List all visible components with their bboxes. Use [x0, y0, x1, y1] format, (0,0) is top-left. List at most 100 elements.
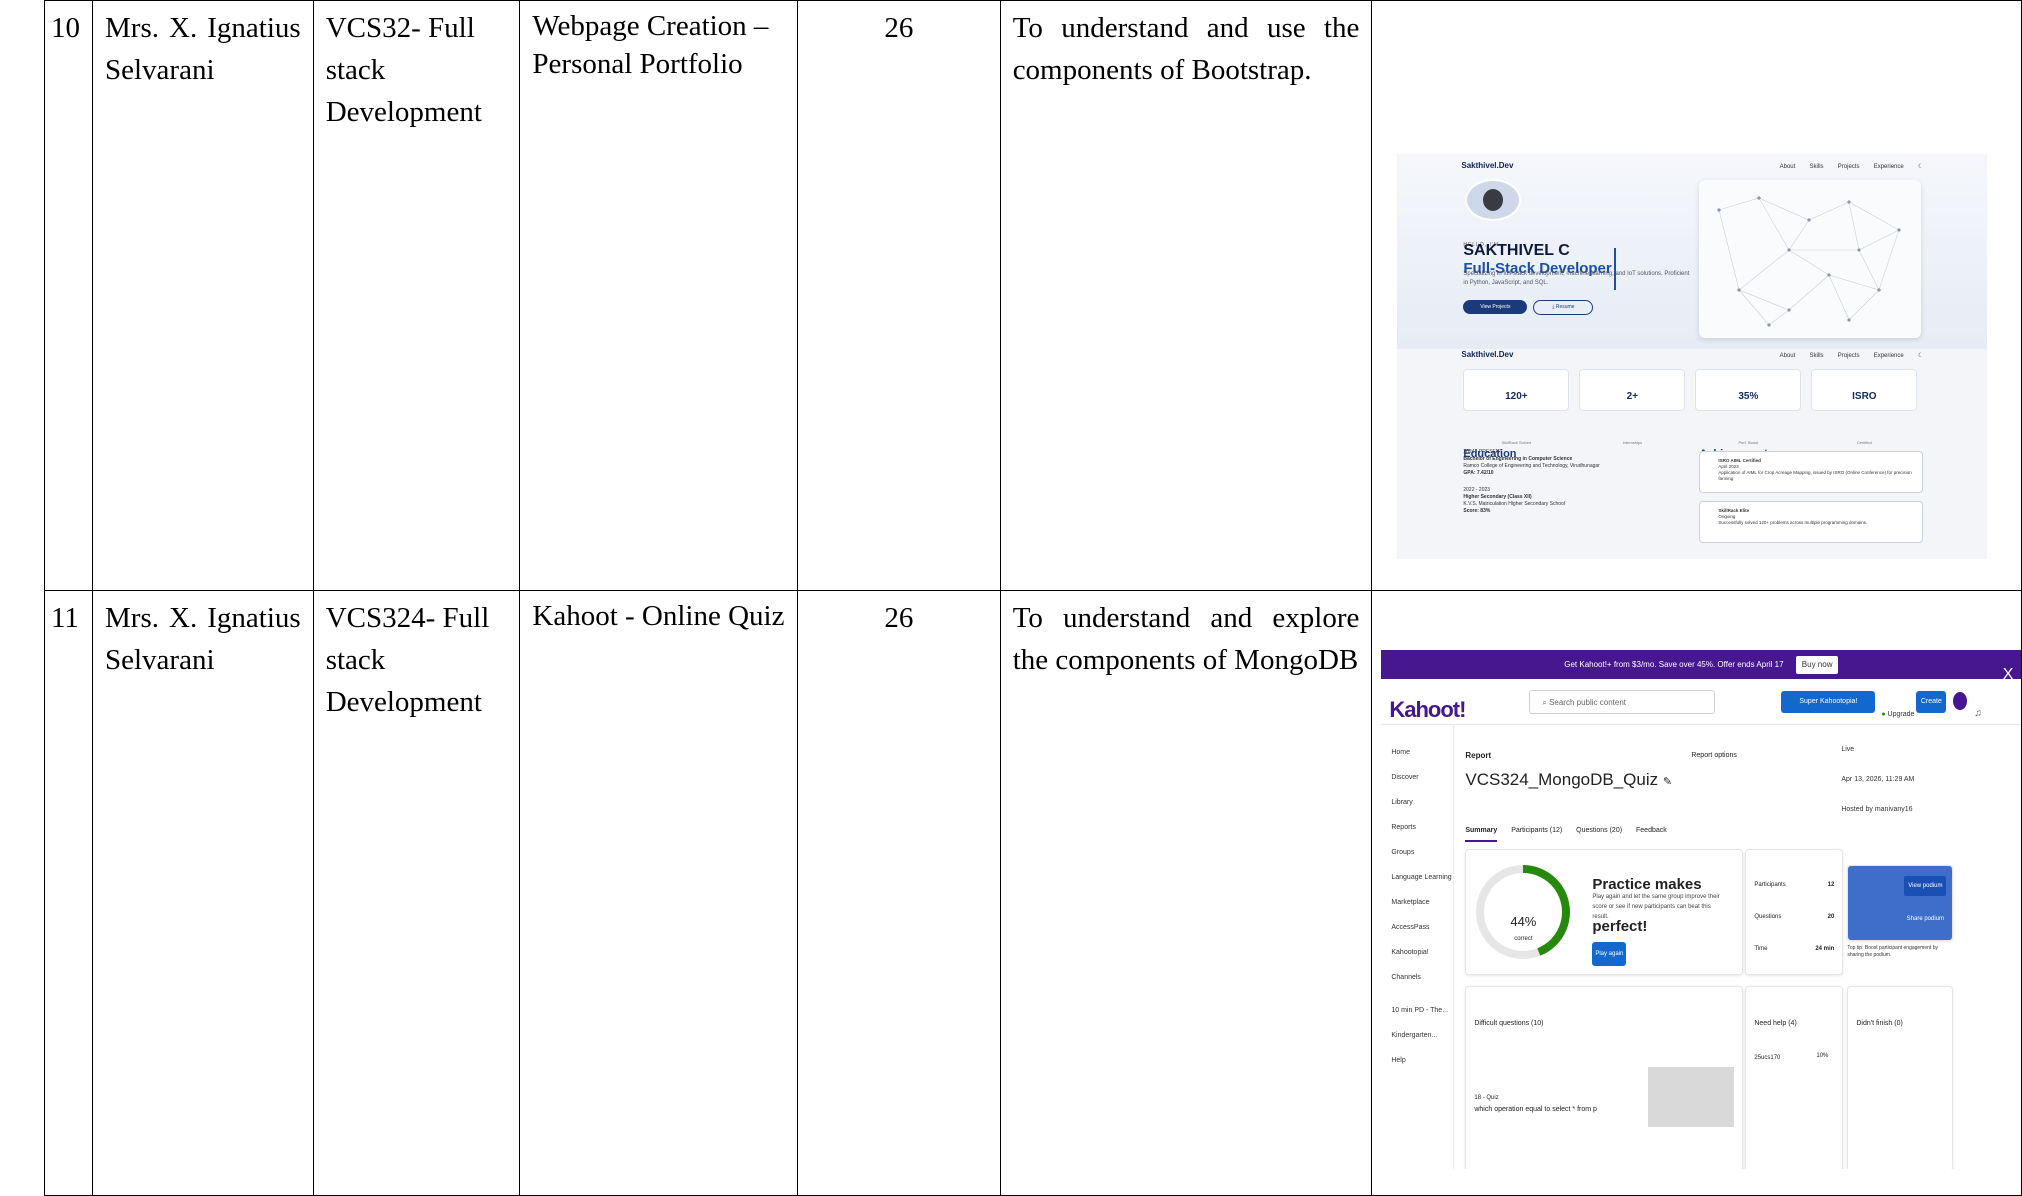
upgrade-link: ● Upgrade [1881, 711, 1915, 718]
view-projects-button: View Projects [1463, 300, 1528, 314]
nav-link-projects: Projects [1837, 163, 1860, 170]
serial-cell: 11 [44, 590, 93, 1196]
tab-participants: Participants (12) [1511, 827, 1563, 834]
sidebar-item-language-learning: Language Learning [1391, 874, 1452, 881]
education-item: 2024 - PRESENT Bachelor of Engineering i… [1463, 449, 1600, 476]
achievement-card: ISRO AIML Certified April 2023 Application… [1699, 451, 1924, 493]
portfolio-hero: Sakthivel.Dev About Skills Projects Expe… [1397, 154, 1988, 349]
promo-banner: Get Kahoot!+ from $3/mo. Save over 45%. … [1381, 650, 2022, 679]
sidebar-item-marketplace: Marketplace [1391, 899, 1430, 906]
sidebar-item-kahootopia: Kahootopia! [1391, 949, 1429, 956]
portfolio-navbar: Sakthivel.Dev About Skills Projects Expe… [1397, 154, 1987, 178]
portfolio-description: Specializing in full-stack development, … [1463, 271, 1690, 286]
avatar [1953, 692, 1968, 710]
objective-text: To understand and explore the components… [1012, 602, 1360, 676]
edit-icon: ✎ [1662, 776, 1673, 788]
staff-cell: Mrs. X. Ignatius Selvarani [92, 0, 314, 591]
search-input: ⌕ Search public content [1529, 690, 1716, 714]
theme-toggle-icon: ☾ [1917, 163, 1924, 170]
session-info: Live Apr 13, 2026, 11:29 AM Hosted by ma… [1841, 735, 1914, 825]
live-label: Live [1841, 746, 1855, 753]
course-name: VCS324- Full stack Development [325, 602, 490, 718]
play-again-button: Play again [1592, 942, 1627, 966]
stats-card: Participants 12 Questions 20 Time 24 min [1745, 849, 1844, 975]
education-item: 2022 - 2023 Higher Secondary (Class XII)… [1463, 487, 1565, 514]
sidebar-item-groups: Groups [1391, 849, 1415, 856]
network-graphic [1699, 180, 1922, 338]
nav-link-skills: Skills [1809, 163, 1824, 170]
didnt-finish-card: Didn't finish (0) [1847, 986, 1954, 1169]
sidebar-item-library: Library [1391, 799, 1413, 806]
nav-link-about: About [1779, 163, 1796, 170]
course-cell: VCS324- Full stack Development [312, 590, 521, 1196]
sidebar-item-help: Help [1391, 1057, 1406, 1064]
staff-cell: Mrs. X. Ignatius Selvarani [92, 590, 314, 1196]
view-podium-button: View podium [1904, 876, 1947, 896]
course-cell: VCS32- Full stack Development [312, 0, 521, 591]
nav-link-experience: Experience [1873, 163, 1904, 170]
activity-cell: Kahoot - Online Quiz [519, 590, 799, 1196]
bell-icon: ♫ [1974, 708, 1982, 719]
session-date: Apr 13, 2026, 11:29 AM [1841, 776, 1915, 783]
activity-table: 10 Mrs. X. Ignatius Selvarani VCS32- Ful… [44, 0, 2022, 1196]
portfolio-navbar-2: Sakthivel.Dev About Skills Projects Expe… [1461, 350, 1924, 359]
report-tabs: Summary Participants (12) Questions (20)… [1465, 810, 1678, 852]
tab-summary: Summary [1465, 827, 1498, 842]
portfolio-screenshot: Sakthivel.Dev About Skills Projects Expe… [1397, 154, 1988, 559]
tab-questions: Questions (20) [1576, 827, 1623, 834]
kahoot-topbar: Kahoot! ⌕ Search public content Super Ka… [1381, 679, 2022, 725]
sidebar-channel: 10 min PD - The... [1391, 1007, 1449, 1014]
sidebar-item-channels: Channels [1391, 974, 1421, 981]
portfolio-lower-section: Sakthivel.Dev About Skills Projects Expe… [1397, 349, 1988, 559]
activity-cell: Webpage Creation – Personal Portfolio [519, 0, 799, 591]
sidebar-item-accesspass: AccessPass [1391, 924, 1430, 931]
stat-card: ISRO Certified [1811, 369, 1918, 445]
activity-name: Webpage Creation – Personal Portfolio [532, 10, 769, 80]
report-options: Report options [1691, 752, 1737, 759]
table-row: 11 Mrs. X. Ignatius Selvarani VCS324- Fu… [44, 590, 2022, 1196]
participant-count: 26 [884, 12, 914, 44]
activity-name: Kahoot - Online Quiz [532, 600, 785, 632]
quiz-title: VCS324_MongoDB_Quiz ✎ [1465, 770, 1673, 789]
achievement-card: SkillRack Elite Ongoing Successfully solve… [1699, 501, 1924, 543]
difficult-questions-card: Difficult questions (10) 18 - Quiz which… [1465, 986, 1744, 1169]
correct-ring: 44% correct [1476, 865, 1571, 959]
question-image [1648, 1067, 1735, 1127]
stat-card: 35% Perf. Boost [1695, 369, 1802, 445]
course-name: VCS32- Full stack Development [325, 12, 482, 128]
screenshot-cell: Get Kahoot!+ from $3/mo. Save over 45%. … [1371, 590, 2022, 1196]
count-cell: 26 [797, 0, 1001, 591]
kahoot-sidebar: Home Discover Library Reports Groups Lan… [1381, 724, 1455, 1169]
objective-cell: To understand and explore the components… [999, 590, 1373, 1196]
participant-count: 26 [884, 602, 914, 634]
upgrade-icon: ● [1881, 711, 1886, 718]
resume-button: ⤓ Resume [1533, 300, 1594, 315]
staff-name: Mrs. X. Ignatius Selvarani [105, 602, 301, 676]
sidebar-item-reports: Reports [1391, 824, 1416, 831]
practice-card: 44% correct Practice makes perfect! Play… [1465, 849, 1744, 975]
table-row: 10 Mrs. X. Ignatius Selvarani VCS32- Ful… [44, 0, 2022, 591]
theme-toggle-icon: ☾ [1917, 352, 1924, 359]
serial-cell: 10 [44, 0, 93, 591]
sidebar-item-home: Home [1391, 749, 1411, 756]
screenshot-cell: Sakthivel.Dev About Skills Projects Expe… [1371, 0, 2022, 591]
podium-card: View podium Share podium [1847, 865, 1954, 941]
objective-cell: To understand and use the components of … [999, 0, 1373, 591]
count-cell: 26 [797, 590, 1001, 1196]
sidebar-channel: Kindergarten... [1391, 1032, 1438, 1039]
share-podium-button: Share podium [1906, 916, 1945, 922]
sidebar-item-discover: Discover [1391, 774, 1419, 781]
tab-feedback: Feedback [1636, 827, 1667, 834]
super-kahootopia-button: Super Kahootopia! [1781, 691, 1876, 713]
create-button: Create [1916, 691, 1947, 713]
need-help-card: Need help (4) 25ucs170 10% [1745, 986, 1844, 1169]
avatar [1465, 179, 1522, 221]
objective-text: To understand and use the components of … [1012, 12, 1360, 86]
buy-now-button: Buy now [1795, 656, 1839, 674]
serial-number: 10 [51, 12, 80, 44]
stat-time: Time 24 min [1754, 946, 1835, 952]
hosted-by: Hosted by manivany16 [1841, 806, 1913, 813]
staff-name: Mrs. X. Ignatius Selvarani [105, 12, 301, 86]
stat-card: 120+ SkillRack Solved [1463, 369, 1570, 445]
serial-number: 11 [51, 602, 79, 634]
